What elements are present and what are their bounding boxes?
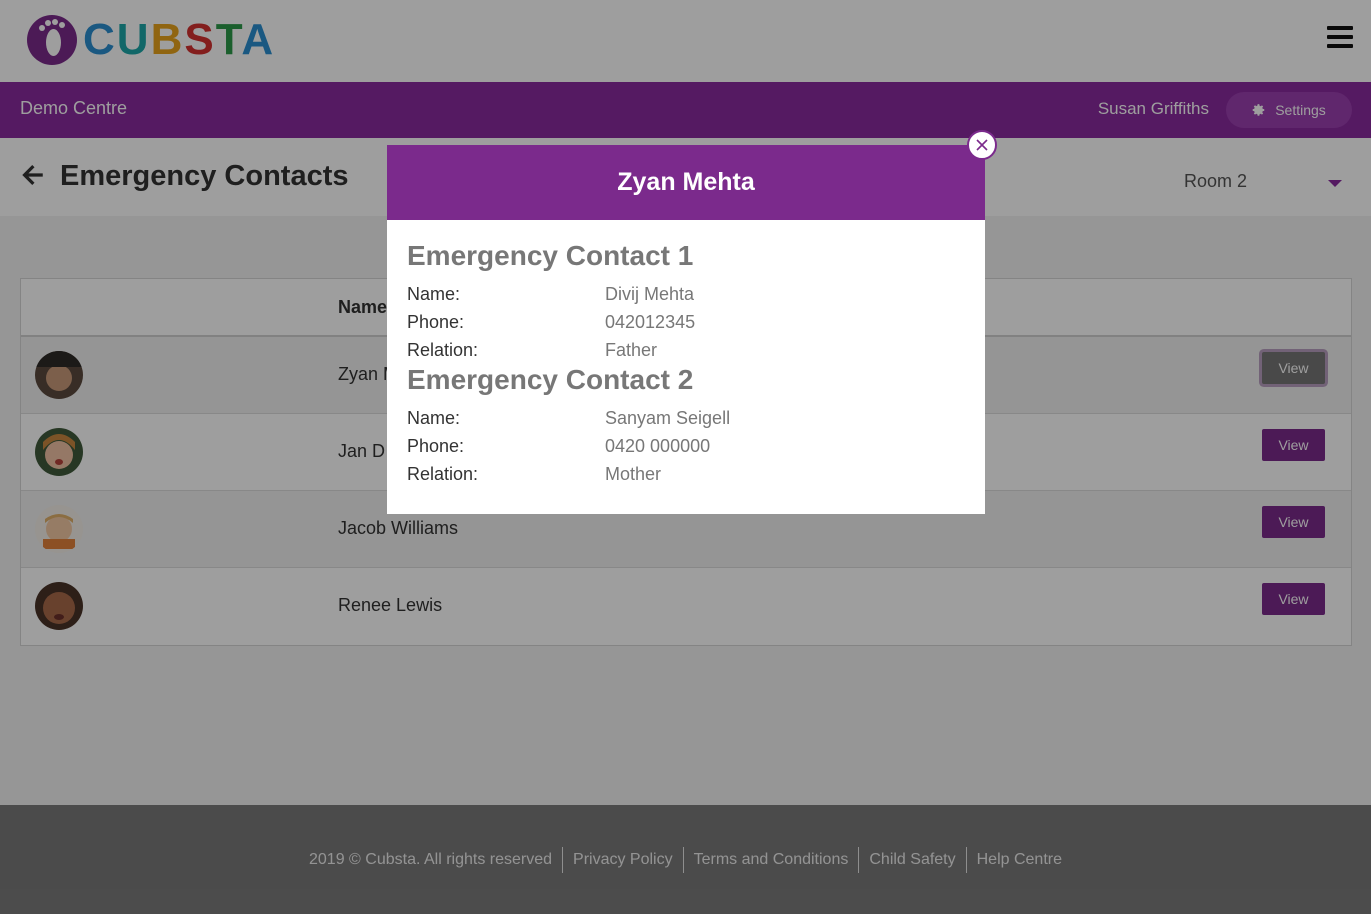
contact-name-row: Name: Sanyam Seigell xyxy=(407,404,965,432)
modal-title: Zyan Mehta xyxy=(387,145,985,220)
contact-relation-row: Relation: Father xyxy=(407,336,965,364)
phone-value: 042012345 xyxy=(605,312,696,332)
phone-label: Phone: xyxy=(407,436,465,456)
name-value: Divij Mehta xyxy=(605,284,695,304)
phone-value: 0420 000000 xyxy=(605,436,711,456)
modal-close-button[interactable] xyxy=(967,130,997,160)
name-label: Name: xyxy=(407,408,461,428)
relation-value: Father xyxy=(605,340,658,360)
name-label: Name: xyxy=(407,284,461,304)
contact-phone-row: Phone: 0420 000000 xyxy=(407,432,965,460)
relation-value: Mother xyxy=(605,464,662,484)
name-value: Sanyam Seigell xyxy=(605,408,731,428)
emergency-contacts-modal: Zyan Mehta Emergency Contact 1 Name: Div… xyxy=(387,145,985,514)
relation-label: Relation: xyxy=(407,464,479,484)
contact-heading: Emergency Contact 1 xyxy=(407,240,694,271)
relation-label: Relation: xyxy=(407,340,479,360)
contact-relation-row: Relation: Mother xyxy=(407,460,965,488)
contact-phone-row: Phone: 042012345 xyxy=(407,308,965,336)
phone-label: Phone: xyxy=(407,312,465,332)
close-icon xyxy=(976,139,988,151)
contact-name-row: Name: Divij Mehta xyxy=(407,280,965,308)
modal-body: Emergency Contact 1 Name: Divij Mehta Ph… xyxy=(387,220,985,488)
contact-heading: Emergency Contact 2 xyxy=(407,364,694,395)
